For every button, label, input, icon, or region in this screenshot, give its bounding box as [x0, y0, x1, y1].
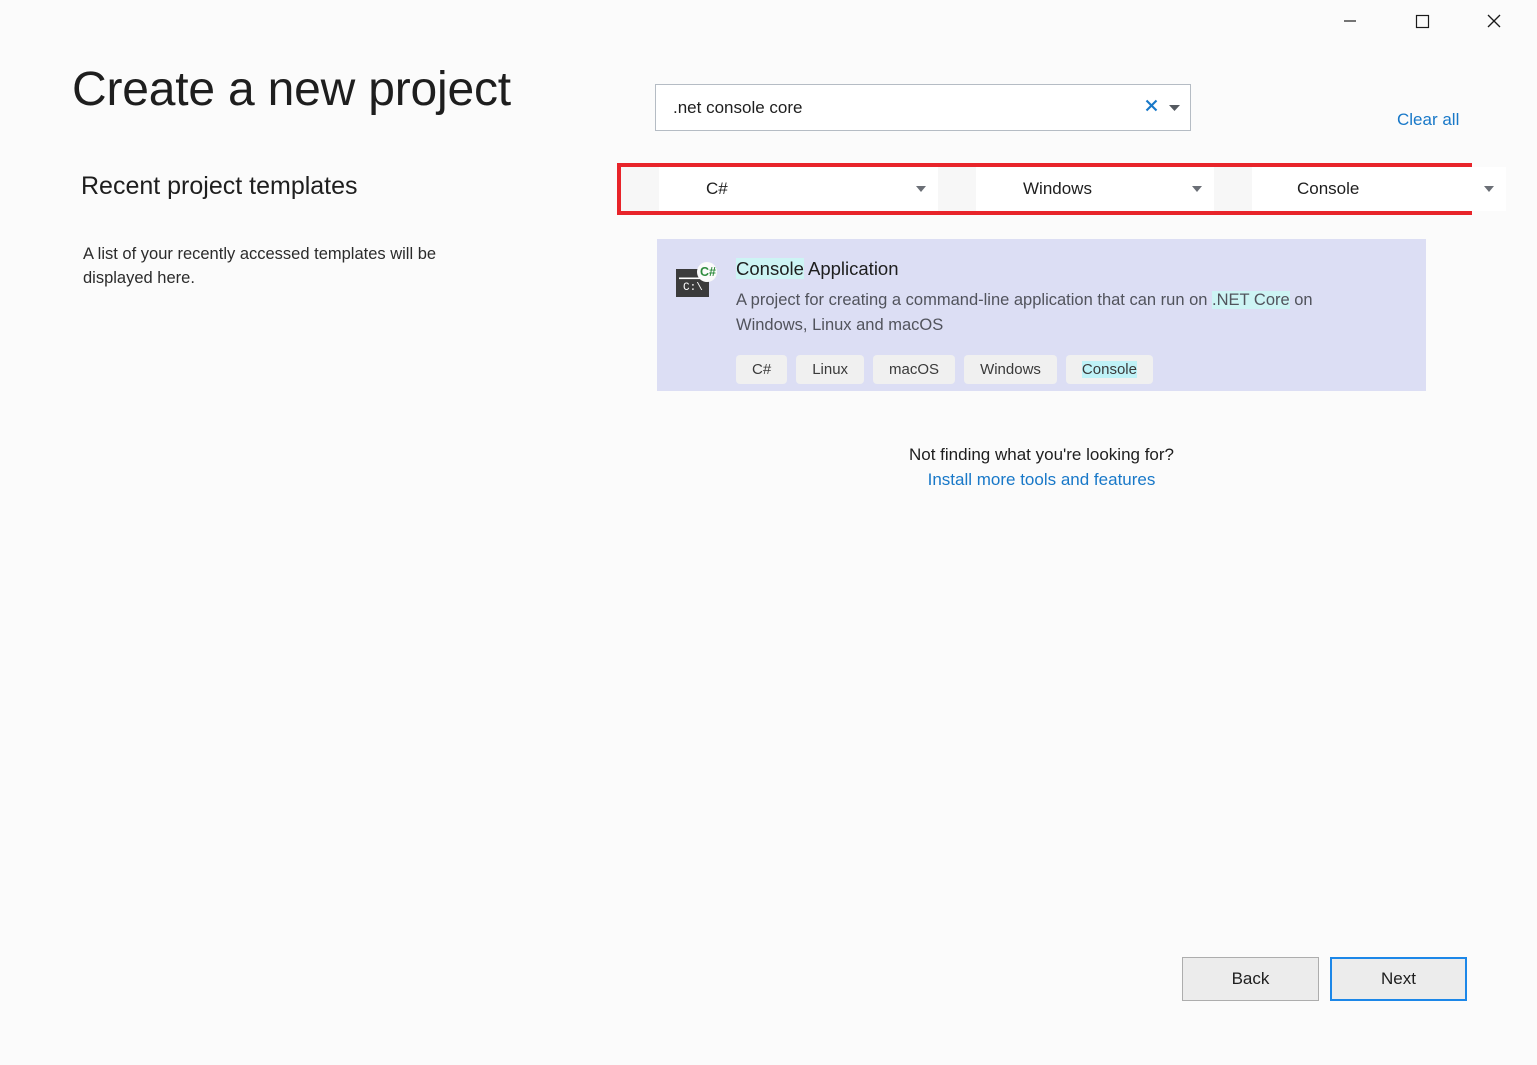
search-history-dropdown-button[interactable]: [1164, 85, 1190, 130]
search-input[interactable]: [656, 85, 1138, 130]
search-box[interactable]: [655, 84, 1191, 131]
not-finding-question: Not finding what you're looking for?: [657, 443, 1426, 467]
filters-row: C# Windows Console: [621, 167, 1468, 211]
chevron-down-icon: [1484, 186, 1494, 193]
page-title: Create a new project: [72, 62, 511, 117]
template-tag: Linux: [796, 355, 864, 384]
search-clear-button[interactable]: [1138, 85, 1164, 130]
close-icon: [1144, 98, 1159, 118]
chevron-down-icon: [916, 186, 926, 193]
template-tags: C# Linux macOS Windows Console: [736, 355, 1426, 384]
maximize-button[interactable]: [1399, 0, 1445, 42]
maximize-icon: [1415, 14, 1430, 29]
template-tag: Console: [1066, 355, 1153, 384]
template-description-part1: A project for creating a command-line ap…: [736, 291, 1212, 309]
template-tag: Windows: [964, 355, 1057, 384]
console-csharp-icon: C:\ C#: [674, 262, 718, 306]
template-list-item[interactable]: C:\ C# Console Application A project for…: [657, 239, 1426, 391]
template-name-match: Console: [736, 258, 804, 279]
template-tag-label: Windows: [980, 361, 1041, 378]
minimize-icon: [1343, 14, 1357, 28]
language-filter-label: C#: [659, 179, 728, 199]
recent-templates-empty-message: A list of your recently accessed templat…: [83, 242, 483, 290]
template-tag-label: Console: [1082, 361, 1137, 378]
template-name: Console Application: [736, 258, 1426, 280]
chevron-down-icon: [1169, 99, 1180, 117]
template-tag: C#: [736, 355, 787, 384]
svg-text:C#: C#: [700, 265, 716, 279]
not-finding-block: Not finding what you're looking for? Ins…: [657, 443, 1426, 490]
minimize-button[interactable]: [1327, 0, 1373, 42]
project-type-filter-label: Console: [1252, 179, 1359, 199]
chevron-down-icon: [1192, 186, 1202, 193]
svg-text:C:\: C:\: [683, 282, 703, 294]
project-type-filter-dropdown[interactable]: Console: [1252, 167, 1506, 211]
clear-all-link[interactable]: Clear all: [1397, 110, 1459, 130]
close-icon: [1486, 13, 1502, 29]
install-more-tools-link[interactable]: Install more tools and features: [928, 470, 1156, 490]
platform-filter-dropdown[interactable]: Windows: [976, 167, 1214, 211]
template-tag: macOS: [873, 355, 955, 384]
create-project-dialog: Create a new project Recent project temp…: [0, 0, 1537, 1065]
language-filter-dropdown[interactable]: C#: [659, 167, 938, 211]
window-title-bar: [0, 0, 1537, 56]
recent-templates-heading: Recent project templates: [81, 172, 358, 201]
template-tag-label: C#: [752, 361, 771, 378]
platform-filter-label: Windows: [976, 179, 1092, 199]
template-description: A project for creating a command-line ap…: [736, 288, 1376, 338]
template-tag-label: macOS: [889, 361, 939, 378]
template-description-match: .NET Core: [1212, 291, 1290, 309]
back-button[interactable]: Back: [1182, 957, 1319, 1001]
close-button[interactable]: [1471, 0, 1517, 42]
template-tag-label: Linux: [812, 361, 848, 378]
next-button[interactable]: Next: [1330, 957, 1467, 1001]
template-name-rest: Application: [804, 258, 899, 279]
